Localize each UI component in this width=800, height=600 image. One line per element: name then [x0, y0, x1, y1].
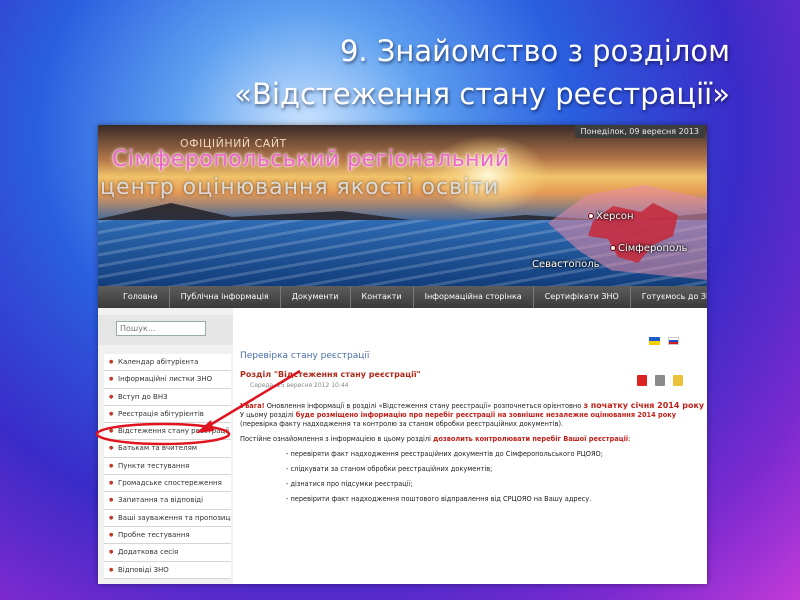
- intro-detail: (перевірка факту надходження та контролю…: [240, 420, 564, 428]
- city-marker-icon: [610, 245, 616, 251]
- control-line: Постійне ознайомлення з інформацією в ць…: [240, 435, 690, 444]
- sidebar-item-calendar[interactable]: Календар абітурієнта: [104, 354, 231, 372]
- city-marker-icon: [588, 213, 594, 219]
- nav-documents[interactable]: Документи: [281, 286, 351, 308]
- article-date: Середа, 25 вересня 2012 10:44: [250, 382, 349, 389]
- city-sevastopol: Севастополь: [532, 259, 600, 270]
- sidebar-item-trial-test[interactable]: Пробне тестування: [104, 526, 231, 545]
- list-item: - слідкувати за станом обробки реєстраці…: [286, 465, 493, 473]
- main-nav: Головна Публічна інформація Документи Ко…: [98, 286, 707, 308]
- intro-line: У цьому розділі буде розміщено інформаці…: [240, 411, 690, 420]
- sidebar-item-registration[interactable]: Реєстрація абітурієнтів: [104, 405, 231, 424]
- city-label: Сімферополь: [618, 243, 688, 254]
- list-item: - дізнатися про підсумки реєстрації;: [286, 480, 413, 488]
- slide-title-line2: «Відстеження стану реєстрації»: [234, 77, 730, 111]
- main-content: Перевірка стану реєстрації Розділ "Відст…: [240, 351, 704, 504]
- notice-date: з початку січня 2014 року: [583, 401, 705, 410]
- sidebar-item-answers[interactable]: Відповіді ЗНО: [104, 561, 231, 579]
- website-screenshot: ОФІЦІЙНИЙ САЙТ Сімферопольський регіонал…: [98, 125, 707, 584]
- list-item: - перевірити факт надходження поштового …: [286, 495, 592, 503]
- sidebar-menu: Календар абітурієнта Інформаційні листки…: [104, 354, 231, 579]
- notice-line: Увага! Оновлення інформації в розділі «В…: [240, 401, 704, 411]
- slide-title-line1: 9. Знайомство з розділом: [339, 34, 730, 68]
- sidebar-item-parents[interactable]: Батькам та вчителям: [104, 440, 231, 458]
- search-input[interactable]: [116, 321, 206, 336]
- intro-text: У цьому розділі: [240, 411, 296, 419]
- sidebar-item-tracking[interactable]: Відстеження стану реєстрації: [104, 423, 231, 441]
- language-switch: [646, 330, 679, 349]
- center-name: Сімферопольський регіональний: [112, 147, 510, 172]
- nav-certificates[interactable]: Сертифікати ЗНО: [534, 286, 631, 308]
- slide-title: 9. Знайомство з розділом «Відстеження ст…: [170, 30, 730, 116]
- nav-contacts[interactable]: Контакти: [351, 286, 414, 308]
- site-banner: ОФІЦІЙНИЙ САЙТ Сімферопольський регіонал…: [98, 125, 707, 286]
- notice-label: Увага!: [240, 402, 265, 410]
- nav-info-page[interactable]: Інформаційна сторінка: [414, 286, 534, 308]
- control-emphasis: дозволить контролювати перебіг Вашої реє…: [433, 435, 629, 443]
- city-kherson: Херсон: [588, 211, 634, 222]
- sidebar-item-info-sheets[interactable]: Інформаційні листки ЗНО: [104, 371, 231, 389]
- control-text: Постійне ознайомлення з інформацією в ць…: [240, 435, 434, 443]
- notice-text: Оновлення інформації в розділі «Відстеже…: [264, 402, 584, 410]
- nav-public-info[interactable]: Публічна інформація: [170, 286, 281, 308]
- page-title: Перевірка стану реєстрації: [240, 351, 370, 361]
- sidebar-item-faq[interactable]: Запитання та відповіді: [104, 492, 231, 510]
- sidebar-item-feedback[interactable]: Ваші зауваження та пропозиції: [104, 509, 231, 527]
- city-label: Севастополь: [532, 259, 600, 270]
- center-subtitle: центр оцінювання якості освіти: [100, 175, 500, 200]
- control-colon: :: [628, 435, 631, 443]
- city-label: Херсон: [596, 211, 634, 222]
- article-heading[interactable]: Розділ "Відстеження стану реєстрації": [240, 370, 690, 379]
- sidebar-item-test-points[interactable]: Пункти тестування: [104, 457, 231, 476]
- nav-prepare[interactable]: Готуємось до ЗНО: [631, 286, 707, 308]
- city-simferopol: Сімферополь: [610, 243, 687, 254]
- russian-flag-icon[interactable]: [668, 337, 679, 345]
- sidebar-item-admission[interactable]: Вступ до ВНЗ: [104, 388, 231, 406]
- nav-home[interactable]: Головна: [112, 286, 170, 308]
- sidebar-item-observation[interactable]: Громадське спостереження: [104, 475, 231, 493]
- intro-emphasis: буде розміщено інформацію про перебіг ре…: [295, 411, 677, 419]
- sidebar-item-extra-session[interactable]: Додаткова сесія: [104, 544, 231, 562]
- current-date: Понеділок, 09 вересня 2013: [574, 125, 705, 138]
- ukrainian-flag-icon[interactable]: [648, 337, 660, 345]
- list-item: - перевіряти факт надходження реєстрацій…: [286, 450, 603, 458]
